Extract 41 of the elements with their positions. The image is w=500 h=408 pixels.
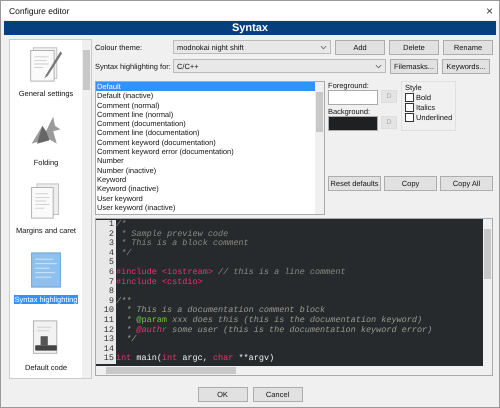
line-number: 6 bbox=[96, 268, 116, 278]
color-swatch[interactable] bbox=[328, 90, 378, 105]
horizontal-scrollbar[interactable] bbox=[96, 366, 492, 375]
chevron-down-icon bbox=[375, 64, 382, 68]
line-number: 7 bbox=[96, 278, 116, 288]
chevron-down-icon bbox=[320, 44, 327, 50]
code-line: * This is a documentation comment block bbox=[125, 306, 326, 316]
scrollbar[interactable] bbox=[315, 82, 324, 214]
code-line: /** bbox=[116, 296, 132, 306]
scrollbar[interactable] bbox=[483, 219, 492, 366]
window-title: Configure editor bbox=[9, 6, 70, 16]
code-line: * This is a block comment bbox=[120, 239, 249, 248]
line-number: 2 bbox=[96, 230, 116, 240]
code-line: */ bbox=[120, 248, 132, 258]
close-button[interactable]: × bbox=[486, 4, 493, 18]
checkbox[interactable] bbox=[405, 103, 414, 112]
section-header: Syntax bbox=[4, 21, 496, 35]
code-line: * @authr some user (this is the documentation keyword error) bbox=[125, 326, 432, 335]
line-number: 10 bbox=[96, 306, 116, 316]
line-number: 4 bbox=[96, 248, 116, 258]
code-line: int main(int argc, char **argv) bbox=[116, 354, 274, 364]
line-number: 3 bbox=[96, 239, 116, 249]
line-number: 13 bbox=[96, 335, 116, 345]
code-line: #include <iostream> // this is a line comment bbox=[116, 268, 346, 278]
code-line: /* bbox=[116, 220, 126, 230]
line-number: 9 bbox=[96, 296, 116, 306]
line-number: 12 bbox=[96, 326, 116, 336]
checkbox[interactable] bbox=[405, 113, 414, 122]
line-number: 1 bbox=[96, 220, 116, 230]
color-swatch[interactable] bbox=[328, 116, 378, 131]
code-line: * Sample preview code bbox=[120, 230, 228, 239]
scrollbar[interactable] bbox=[82, 40, 91, 378]
code-line: */ bbox=[125, 335, 136, 345]
line-number: 5 bbox=[96, 258, 116, 268]
code-line: * @param xxx does this (this is the documentation keyword) bbox=[125, 316, 422, 326]
line-number: 14 bbox=[96, 344, 116, 354]
checkbox[interactable] bbox=[405, 93, 414, 102]
code-line: #include <cstdio> bbox=[116, 278, 203, 288]
line-number: 8 bbox=[96, 287, 116, 297]
line-number: 15 bbox=[96, 354, 116, 364]
line-number: 11 bbox=[96, 316, 116, 326]
